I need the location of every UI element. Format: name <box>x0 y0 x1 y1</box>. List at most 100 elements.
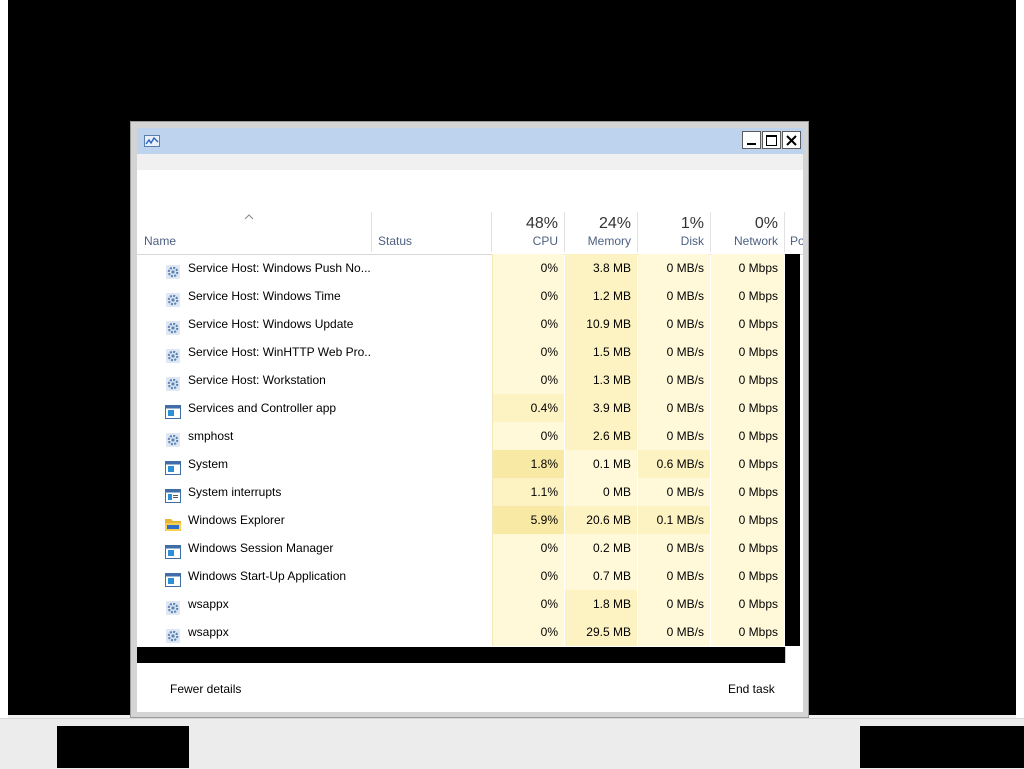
process-memory: 3.9 MB <box>565 394 637 422</box>
process-row[interactable]: Windows Start-Up Application 0% 0.7 MB 0 MB… <box>137 562 803 590</box>
process-network: 0 Mbps <box>711 366 784 394</box>
process-row[interactable]: Service Host: Windows Push No... 0% 3.8 MB… <box>137 254 803 282</box>
column-header-status[interactable]: Status <box>372 212 492 252</box>
process-status <box>372 450 491 478</box>
process-name: Service Host: Windows Update <box>188 317 354 331</box>
process-cpu: 1.1% <box>492 478 564 506</box>
process-disk: 0 MB/s <box>638 282 710 310</box>
process-cpu: 0% <box>492 366 564 394</box>
column-header-memory[interactable]: 24% Memory <box>565 212 638 252</box>
network-total-percent: 0% <box>754 215 778 232</box>
process-network: 0 Mbps <box>711 394 784 422</box>
process-row[interactable]: System 1.8% 0.1 MB 0.6 MB/s 0 Mbps <box>137 450 803 478</box>
process-disk: 0 MB/s <box>638 618 710 646</box>
cpu-total-percent: 48% <box>525 215 558 232</box>
column-header-cpu[interactable]: 48% CPU <box>492 212 565 252</box>
vertical-scrollbar[interactable] <box>785 254 800 646</box>
minimize-button[interactable] <box>742 131 761 149</box>
process-network: 0 Mbps <box>711 590 784 618</box>
process-cpu: 1.8% <box>492 450 564 478</box>
process-row[interactable]: Service Host: Workstation 0% 1.3 MB 0 MB/s 0… <box>137 366 803 394</box>
process-status <box>372 562 491 590</box>
process-network: 0 Mbps <box>711 618 784 646</box>
process-row[interactable]: System interrupts 1.1% 0 MB 0 MB/s 0 Mbps <box>137 478 803 506</box>
horizontal-scrollbar[interactable] <box>137 647 785 663</box>
column-header-name-label: Name <box>144 234 177 248</box>
app-window-icon <box>165 569 181 587</box>
process-row[interactable]: Services and Controller app 0.4% 3.9 MB 0 M… <box>137 394 803 422</box>
end-task-button[interactable]: End task <box>728 682 775 696</box>
taskbar-block-right[interactable] <box>860 726 1024 768</box>
process-row[interactable]: Service Host: WinHTTP Web Pro... 0% 1.5 MB… <box>137 338 803 366</box>
process-memory: 10.9 MB <box>565 310 637 338</box>
process-cpu: 0% <box>492 534 564 562</box>
folder-icon <box>165 513 181 531</box>
process-name: Services and Controller app <box>188 401 337 415</box>
gear-icon <box>165 345 181 363</box>
column-header-power[interactable]: Po <box>785 212 803 252</box>
process-name: System interrupts <box>188 485 282 499</box>
process-row[interactable]: Windows Session Manager 0% 0.2 MB 0 MB/s 0 M… <box>137 534 803 562</box>
process-network: 0 Mbps <box>711 506 784 534</box>
gear-icon <box>165 289 181 307</box>
process-disk: 0 MB/s <box>638 534 710 562</box>
process-name: Windows Start-Up Application <box>188 569 347 583</box>
column-header-memory-label: Memory <box>587 234 631 248</box>
fewer-details-link[interactable]: Fewer details <box>170 682 241 696</box>
process-memory: 1.5 MB <box>565 338 637 366</box>
process-cpu: 0% <box>492 338 564 366</box>
process-row[interactable]: wsappx 0% 29.5 MB 0 MB/s 0 Mbps <box>137 618 803 646</box>
process-disk: 0.1 MB/s <box>638 506 710 534</box>
screen-edge-left <box>0 0 8 768</box>
process-cpu: 0% <box>492 422 564 450</box>
process-name: Windows Session Manager <box>188 541 334 555</box>
footer-bar: Fewer details End task <box>137 664 803 712</box>
menu-area <box>137 154 803 170</box>
column-header-network[interactable]: 0% Network <box>711 212 785 252</box>
process-status <box>372 618 491 646</box>
scrollbar-corner <box>785 647 803 663</box>
process-row[interactable]: wsappx 0% 1.8 MB 0 MB/s 0 Mbps <box>137 590 803 618</box>
process-name: Service Host: WinHTTP Web Pro... <box>188 345 372 359</box>
process-network: 0 Mbps <box>711 254 784 282</box>
process-row[interactable]: Windows Explorer 5.9% 20.6 MB 0.1 MB/s 0 Mbp… <box>137 506 803 534</box>
app-window-icon <box>165 457 181 475</box>
process-row[interactable]: Service Host: Windows Time 0% 1.2 MB 0 MB/s… <box>137 282 803 310</box>
process-disk: 0 MB/s <box>638 562 710 590</box>
process-memory: 1.3 MB <box>565 366 637 394</box>
process-name: wsappx <box>188 597 229 611</box>
process-status <box>372 394 491 422</box>
process-row[interactable]: Service Host: Windows Update 0% 10.9 MB 0 M… <box>137 310 803 338</box>
process-disk: 0 MB/s <box>638 422 710 450</box>
column-header-name[interactable]: Name <box>137 212 372 252</box>
memory-total-percent: 24% <box>598 215 631 232</box>
gear-icon <box>165 597 181 615</box>
taskbar-block-left[interactable] <box>57 726 189 768</box>
close-icon <box>786 135 797 146</box>
process-memory: 1.2 MB <box>565 282 637 310</box>
process-cpu: 0% <box>492 618 564 646</box>
close-button[interactable] <box>782 131 801 149</box>
process-network: 0 Mbps <box>711 282 784 310</box>
disk-total-percent: 1% <box>680 215 704 232</box>
process-disk: 0.6 MB/s <box>638 450 710 478</box>
column-header-status-label: Status <box>378 234 413 248</box>
process-cpu: 0.4% <box>492 394 564 422</box>
column-header-disk[interactable]: 1% Disk <box>638 212 711 252</box>
process-network: 0 Mbps <box>711 562 784 590</box>
process-status <box>372 310 491 338</box>
app-window-icon <box>165 541 181 559</box>
process-status <box>372 534 491 562</box>
process-cpu: 0% <box>492 254 564 282</box>
maximize-button[interactable] <box>762 131 781 149</box>
process-memory: 1.8 MB <box>565 590 637 618</box>
process-memory: 0 MB <box>565 478 637 506</box>
process-row[interactable]: smphost 0% 2.6 MB 0 MB/s 0 Mbps <box>137 422 803 450</box>
gear-icon <box>165 429 181 447</box>
column-header-disk-label: Disk <box>680 234 704 248</box>
process-name: smphost <box>188 429 234 443</box>
screen-edge-right <box>1016 0 1024 720</box>
title-bar[interactable] <box>137 128 803 154</box>
interrupts-icon <box>165 485 181 503</box>
process-network: 0 Mbps <box>711 310 784 338</box>
